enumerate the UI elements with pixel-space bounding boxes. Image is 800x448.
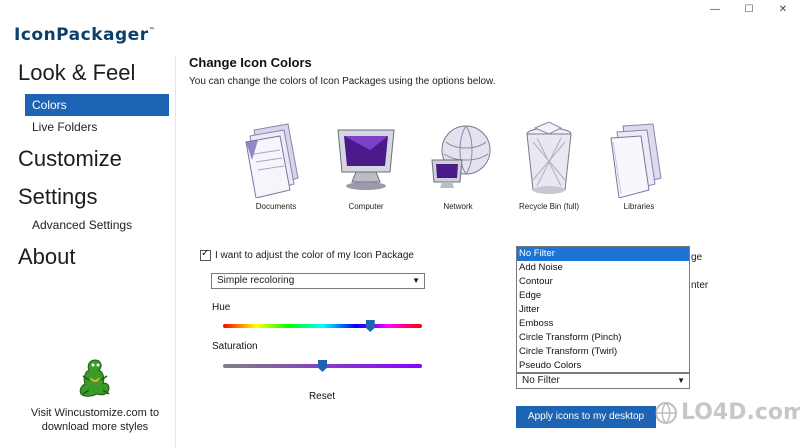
hidden-label-fragment-1: ge <box>691 252 703 263</box>
watermark: LO4D.com <box>655 400 800 425</box>
chevron-down-icon: ▼ <box>412 276 420 285</box>
saturation-slider-thumb[interactable] <box>318 360 327 372</box>
hue-slider-track[interactable] <box>223 324 422 328</box>
filter-option[interactable]: Emboss <box>517 317 689 331</box>
filter-option[interactable]: Pseudo Colors <box>517 359 689 373</box>
filter-select[interactable]: No Filter ▼ <box>516 373 690 389</box>
computer-icon <box>337 129 395 190</box>
nav-customize[interactable]: Customize <box>18 146 122 172</box>
hue-slider-thumb[interactable] <box>365 320 375 332</box>
nav-advanced-settings[interactable]: Advanced Settings <box>25 214 169 236</box>
window-controls: — ☐ ✕ <box>698 0 800 18</box>
adjust-color-checkbox[interactable] <box>200 248 211 261</box>
sidebar-divider <box>175 56 176 448</box>
watermark-text: LO4D.com <box>681 400 800 425</box>
watermark-globe-icon <box>655 401 677 424</box>
adjust-color-label: I want to adjust the color of my Icon Pa… <box>215 250 414 261</box>
libraries-icon <box>610 123 662 198</box>
page-title: Change Icon Colors <box>189 55 312 70</box>
app-logo: IconPackager™ <box>14 25 155 45</box>
reset-button[interactable]: Reset <box>300 391 344 402</box>
filter-select-value: No Filter <box>522 375 560 386</box>
network-icon <box>431 125 491 188</box>
recycle-bin-icon <box>526 121 572 194</box>
recolor-mode-select[interactable]: Simple recoloring ▼ <box>211 273 425 289</box>
page-subtitle: You can change the colors of Icon Packag… <box>189 76 496 87</box>
promo-block[interactable]: Visit Wincustomize.com to download more … <box>20 356 170 434</box>
filter-option[interactable]: Circle Transform (Pinch) <box>517 331 689 345</box>
recolor-mode-value: Simple recoloring <box>217 275 295 286</box>
nav-look-feel[interactable]: Look & Feel <box>18 60 135 86</box>
icon-tile-computer: Computer <box>321 120 411 211</box>
nav-live-folders[interactable]: Live Folders <box>25 116 169 138</box>
filter-dropdown-list[interactable]: No Filter Add Noise Contour Edge Jitter Embos… <box>516 246 690 373</box>
minimize-button[interactable]: — <box>698 0 732 18</box>
filter-option[interactable]: Contour <box>517 275 689 289</box>
nav-colors[interactable]: Colors <box>25 94 169 116</box>
filter-option[interactable]: Edge <box>517 289 689 303</box>
icon-tile-libraries: Libraries <box>594 120 684 211</box>
icon-label-libraries: Libraries <box>623 202 655 211</box>
hidden-label-fragment-2: nter <box>691 280 709 291</box>
icon-label-network: Network <box>443 202 473 211</box>
documents-icon <box>245 123 299 198</box>
logo-text: IconPackager <box>14 25 149 45</box>
promo-line-1: Visit Wincustomize.com to <box>30 407 160 419</box>
filter-option[interactable]: No Filter <box>517 247 689 261</box>
adjust-color-row[interactable]: I want to adjust the color of my Icon Pa… <box>200 248 414 261</box>
icon-label-documents: Documents <box>255 202 297 211</box>
icon-label-recycle-bin: Recycle Bin (full) <box>518 202 579 211</box>
saturation-label: Saturation <box>212 341 258 352</box>
hue-label: Hue <box>212 302 231 313</box>
logo-tm: ™ <box>148 27 156 34</box>
filter-option[interactable]: Add Noise <box>517 261 689 275</box>
icon-tile-recycle-bin: Recycle Bin (full) <box>504 120 594 211</box>
maximize-button[interactable]: ☐ <box>732 0 766 18</box>
filter-option[interactable]: Circle Transform (Twirl) <box>517 345 689 359</box>
close-button[interactable]: ✕ <box>766 0 800 18</box>
apply-icons-button[interactable]: Apply icons to my desktop <box>516 406 656 428</box>
chevron-down-icon: ▼ <box>677 376 685 385</box>
promo-line-2: download more styles <box>41 421 149 433</box>
gecko-mascot-icon <box>79 359 110 397</box>
filter-option[interactable]: Jitter <box>517 303 689 317</box>
icon-label-computer: Computer <box>348 202 384 211</box>
icon-tile-documents: Documents <box>231 120 321 211</box>
icon-tile-network: Network <box>413 120 503 211</box>
sidebar: Look & Feel Colors Live Folders Customiz… <box>0 56 170 448</box>
nav-settings[interactable]: Settings <box>18 184 98 210</box>
nav-about[interactable]: About <box>18 244 76 270</box>
